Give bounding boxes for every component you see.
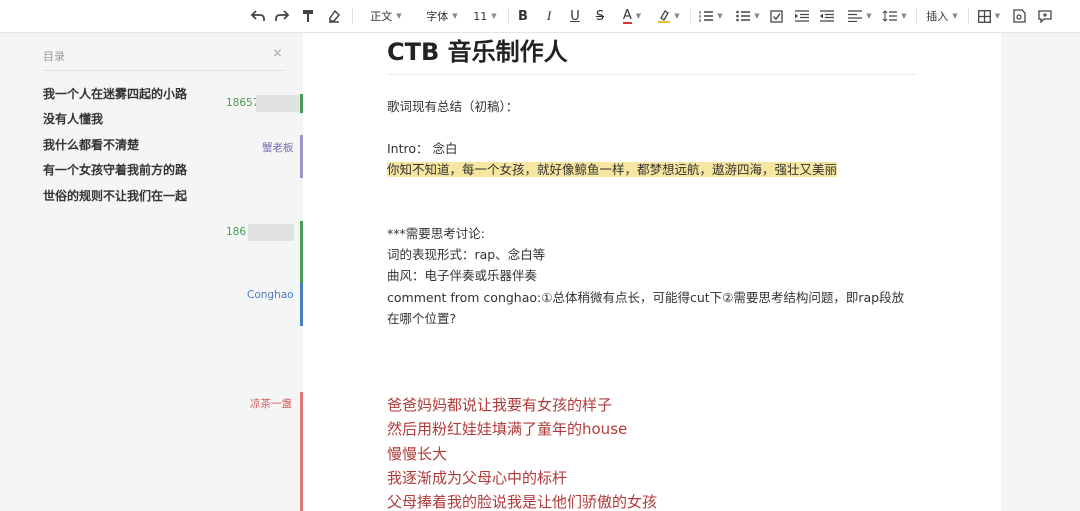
bold-icon[interactable]: B xyxy=(514,5,532,27)
align-icon[interactable]: ▼ xyxy=(845,5,875,27)
comment-author[interactable]: 凉茶一盏 xyxy=(250,396,292,411)
underline-icon[interactable]: U xyxy=(566,5,584,27)
comment-author[interactable]: Conghao xyxy=(247,289,294,301)
comment-author[interactable]: 蟹老板 xyxy=(262,140,294,155)
toolbar-separator xyxy=(508,8,509,24)
redo-icon[interactable] xyxy=(272,5,292,27)
discussion-line[interactable]: 在哪个位置? xyxy=(387,308,456,327)
line-spacing-icon[interactable]: ▼ xyxy=(880,5,910,27)
highlight-color-icon[interactable]: ▼ xyxy=(654,5,684,27)
comment-author[interactable]: 18657 xyxy=(226,97,259,109)
toc-item[interactable]: 我一个人在迷雾四起的小路 xyxy=(43,85,187,102)
font-family-dropdown[interactable]: 字体 ▼ xyxy=(418,5,466,27)
lyric-line[interactable]: 父母捧着我的脸说我是让他们骄傲的女孩 xyxy=(387,491,657,511)
toc-item[interactable]: 我什么都看不清楚 xyxy=(43,136,139,153)
comment-marker[interactable] xyxy=(300,94,303,113)
lyric-line[interactable]: 爸爸妈妈都说让我要有女孩的样子 xyxy=(387,394,612,415)
chevron-down-icon: ▼ xyxy=(452,12,458,20)
discussion-heading[interactable]: ***需要思考讨论: xyxy=(387,223,485,242)
toc-title: 目录 xyxy=(43,50,65,63)
lyric-line[interactable]: 然后用粉红娃娃填满了童年的house xyxy=(387,418,627,439)
comment-marker[interactable] xyxy=(300,392,303,511)
comment-marker[interactable] xyxy=(300,221,303,283)
indent-increase-icon[interactable] xyxy=(793,5,811,27)
toc-item[interactable]: 没有人懂我 xyxy=(43,110,103,127)
image-icon[interactable] xyxy=(1010,5,1028,27)
comment-icon[interactable] xyxy=(1036,5,1054,27)
paragraph-style-dropdown[interactable]: 正文 ▼ xyxy=(362,5,410,27)
intro-line[interactable]: Intro： 念白 xyxy=(387,138,458,157)
toc-item[interactable]: 有一个女孩守着我前方的路 xyxy=(43,161,187,178)
undo-icon[interactable] xyxy=(248,5,268,27)
italic-icon[interactable]: I xyxy=(540,5,558,27)
discussion-line[interactable]: 词的表现形式：rap、念白等 xyxy=(387,244,545,263)
font-size-label: 11 xyxy=(473,9,488,23)
strikethrough-icon[interactable]: S xyxy=(591,5,609,27)
font-size-dropdown[interactable]: 11 ▼ xyxy=(468,5,502,27)
close-icon[interactable]: × xyxy=(272,46,283,61)
comment-marker[interactable] xyxy=(300,283,303,326)
comment-marker[interactable] xyxy=(300,135,303,178)
chevron-down-icon: ▼ xyxy=(491,12,497,20)
paragraph-style-label: 正文 xyxy=(370,10,393,23)
format-painter-icon[interactable] xyxy=(298,5,318,27)
document-title[interactable]: CTB 音乐制作人 xyxy=(387,32,568,67)
summary-line[interactable]: 歌词现有总结（初稿）： xyxy=(387,96,518,115)
chevron-down-icon: ▼ xyxy=(396,12,402,20)
highlighted-line[interactable]: 你知不知道，每一个女孩，就好像鲸鱼一样，都梦想远航，遨游四海，强壮又美丽 xyxy=(387,159,838,178)
font-family-label: 字体 xyxy=(426,10,449,23)
table-icon[interactable]: ▼ xyxy=(974,5,1004,27)
insert-label: 插入 xyxy=(926,10,949,23)
redacted-text xyxy=(256,95,300,112)
ordered-list-icon[interactable]: ▼ xyxy=(696,5,726,27)
bullet-list-icon[interactable]: ▼ xyxy=(733,5,763,27)
highlighted-text: 你知不知道，每一个女孩，就好像鲸鱼一样，都梦想远航，遨游四海，强壮又美丽 xyxy=(387,162,838,177)
insert-dropdown[interactable]: 插入 ▼ xyxy=(922,5,962,27)
right-margin xyxy=(1001,33,1080,511)
toolbar-separator xyxy=(352,8,353,24)
chevron-down-icon: ▼ xyxy=(952,12,958,20)
title-divider xyxy=(387,74,917,75)
comment-author[interactable]: 186 xyxy=(226,226,246,238)
lyric-line[interactable]: 我逐渐成为父母心中的标杆 xyxy=(387,467,567,488)
toc-item[interactable]: 世俗的规则不让我们在一起 xyxy=(43,187,187,204)
toolbar-separator xyxy=(916,8,917,24)
font-color-icon[interactable]: A ▼ xyxy=(617,5,647,27)
clear-format-icon[interactable] xyxy=(324,5,344,27)
checkbox-list-icon[interactable] xyxy=(768,5,786,27)
discussion-line[interactable]: comment from conghao:①总体稍微有点长，可能得cut下②需要… xyxy=(387,287,904,306)
toolbar-separator xyxy=(690,8,691,24)
toolbar-separator xyxy=(968,8,969,24)
editor-toolbar: 正文 ▼ 字体 ▼ 11 ▼ B I U S A ▼ ▼ ▼ ▼ ▼ ▼ 插入 ▼ ▼ xyxy=(0,0,1080,33)
indent-decrease-icon[interactable] xyxy=(818,5,836,27)
redacted-text xyxy=(248,224,294,241)
toc-divider xyxy=(43,70,286,71)
discussion-line[interactable]: 曲风：电子伴奏或乐器伴奏 xyxy=(387,265,537,284)
lyric-line[interactable]: 慢慢长大 xyxy=(387,443,447,464)
